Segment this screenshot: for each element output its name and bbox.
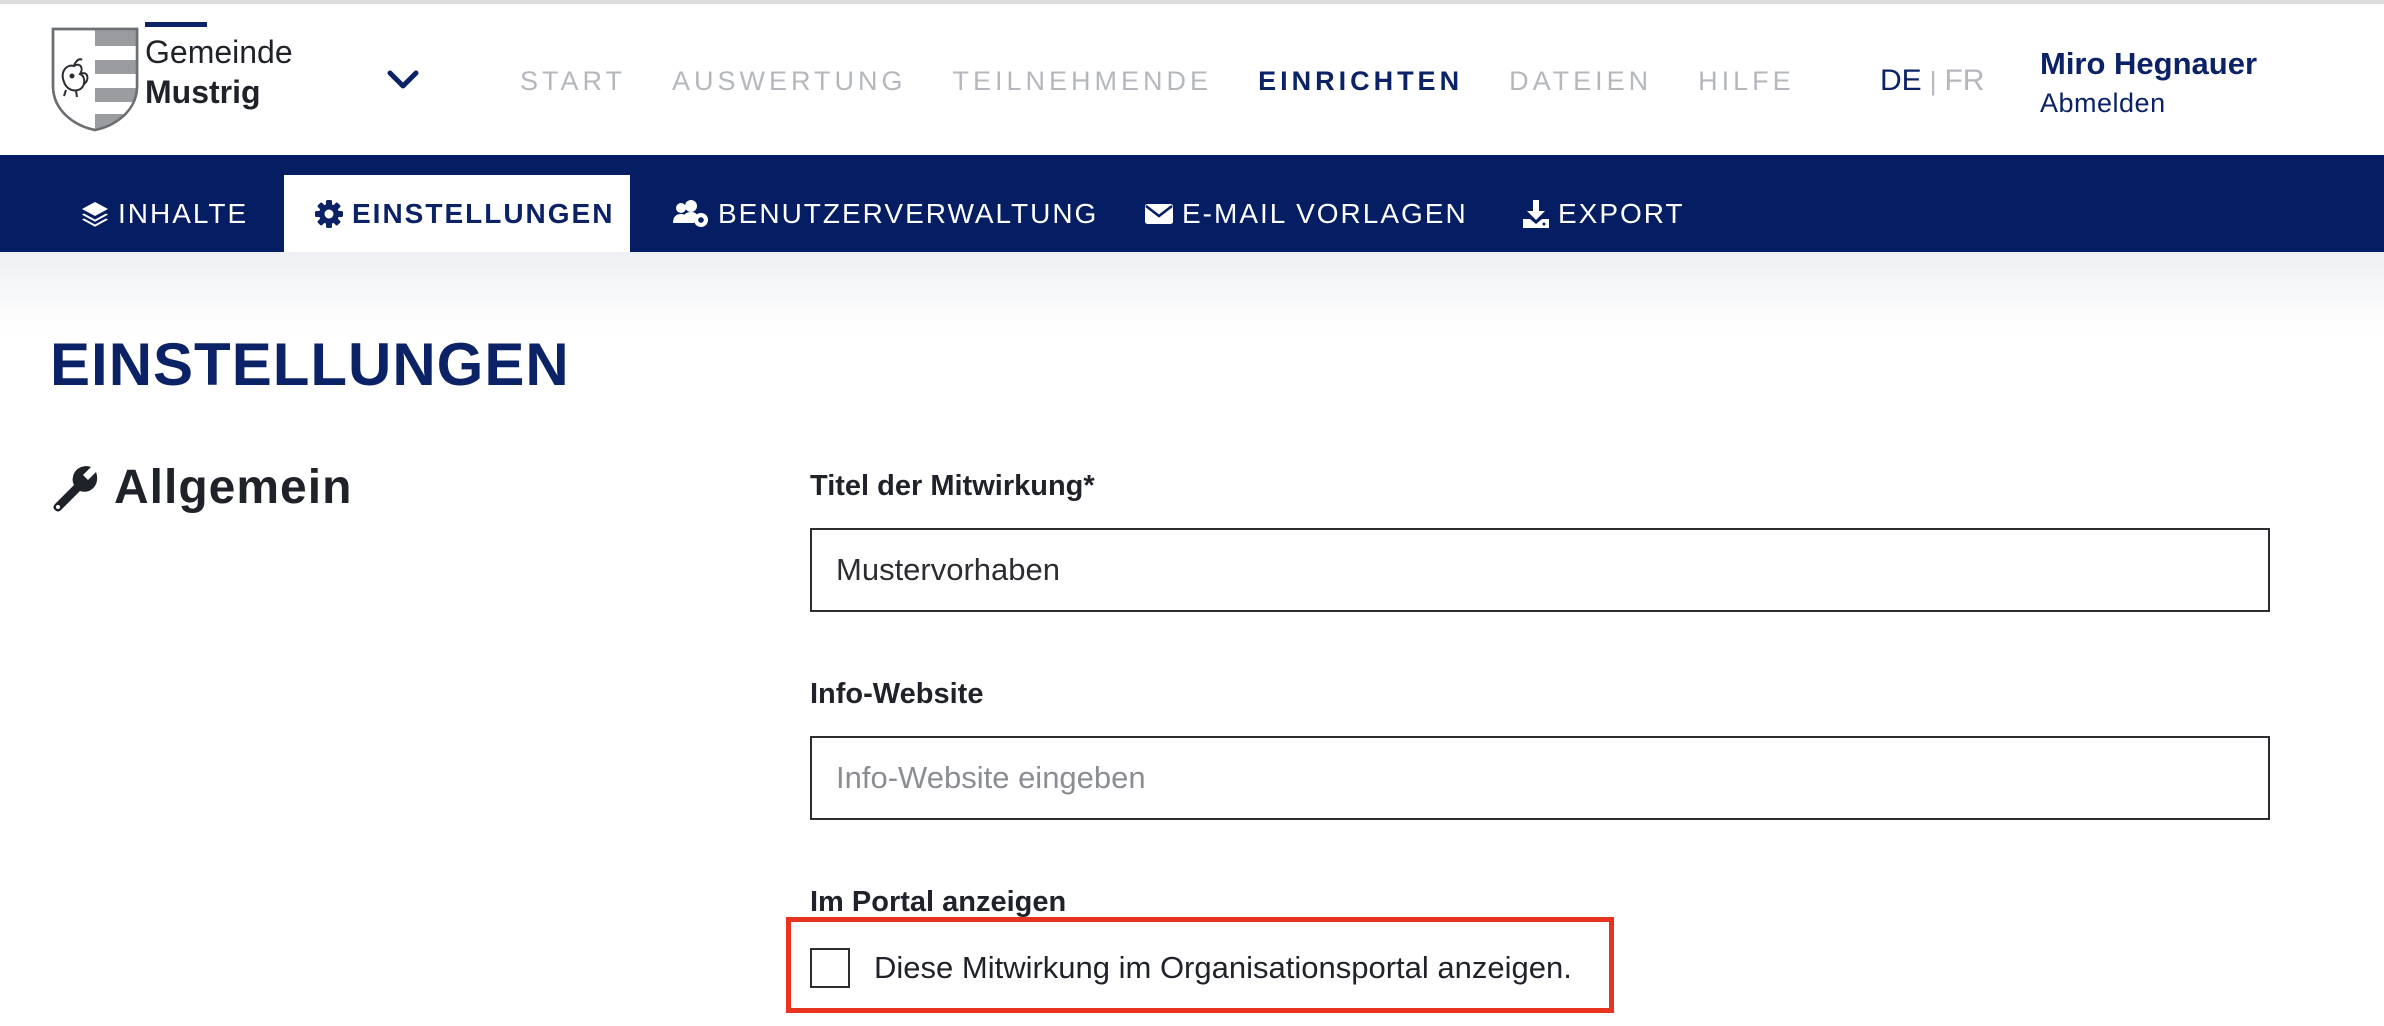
nav-item-start[interactable]: START — [520, 66, 626, 97]
title-field-label: Titel der Mitwirkung* — [810, 470, 1095, 502]
header: Gemeinde Mustrig START AUSWERTUNG TEILNE… — [0, 4, 2384, 155]
content-top-shadow — [0, 252, 2384, 332]
wrench-icon — [53, 465, 98, 511]
coat-of-arms-icon[interactable] — [50, 26, 140, 132]
nav-item-auswertung[interactable]: AUSWERTUNG — [672, 66, 907, 97]
tab-inhalte[interactable]: INHALTE — [50, 175, 278, 252]
tab-benutzerverwaltung-label: BENUTZERVERWALTUNG — [718, 197, 1099, 229]
brand-accent-bar — [145, 22, 207, 27]
download-icon — [1523, 199, 1549, 228]
portal-checkbox[interactable] — [810, 948, 850, 988]
tab-einstellungen-label: EINSTELLUNGEN — [352, 197, 615, 229]
portal-checkbox-label[interactable]: Diese Mitwirkung im Organisationsportal … — [874, 950, 1572, 986]
brand-name-line1[interactable]: Gemeinde — [145, 34, 293, 71]
users-gear-icon — [673, 199, 708, 227]
sub-nav: INHALTE EINSTELLUNGEN BENUTZERVERWALTUNG… — [0, 155, 2384, 252]
tab-einstellungen[interactable]: EINSTELLUNGEN — [284, 175, 630, 252]
section-title: Allgemein — [114, 461, 353, 514]
brand-name-line2[interactable]: Mustrig — [145, 74, 261, 111]
main-nav: START AUSWERTUNG TEILNEHMENDE EINRICHTEN… — [520, 66, 1841, 97]
chevron-down-icon[interactable] — [385, 68, 421, 92]
tab-benutzerverwaltung[interactable]: BENUTZERVERWALTUNG — [660, 175, 1110, 252]
tab-email-vorlagen[interactable]: E-MAIL VORLAGEN — [1128, 175, 1484, 252]
nav-item-einrichten[interactable]: EINRICHTEN — [1258, 66, 1463, 97]
tab-export[interactable]: EXPORT — [1508, 175, 1699, 252]
title-input[interactable] — [810, 528, 2270, 612]
logout-link[interactable]: Abmelden — [2040, 88, 2166, 119]
user-name: Miro Hegnauer — [2040, 46, 2258, 81]
layers-icon — [82, 201, 108, 227]
portal-field-label: Im Portal anzeigen — [810, 886, 1067, 918]
page-title: EINSTELLUNGEN — [50, 331, 570, 398]
website-input[interactable] — [810, 736, 2270, 820]
language-de-link[interactable]: DE — [1880, 64, 1922, 97]
tab-export-label: EXPORT — [1558, 197, 1685, 229]
tab-inhalte-label: INHALTE — [118, 197, 249, 229]
tab-email-vorlagen-label: E-MAIL VORLAGEN — [1182, 197, 1468, 229]
website-field-label: Info-Website — [810, 678, 984, 710]
gear-icon — [315, 199, 343, 228]
nav-item-hilfe[interactable]: HILFE — [1698, 66, 1795, 97]
section-heading: Allgemein — [50, 460, 352, 515]
envelope-icon — [1145, 203, 1173, 224]
language-separator: | — [1929, 66, 1937, 96]
nav-item-dateien[interactable]: DATEIEN — [1509, 66, 1652, 97]
nav-item-teilnehmende[interactable]: TEILNEHMENDE — [953, 66, 1213, 97]
language-fr-link[interactable]: FR — [1944, 64, 1984, 97]
language-switcher: DE | FR — [1880, 64, 1984, 98]
